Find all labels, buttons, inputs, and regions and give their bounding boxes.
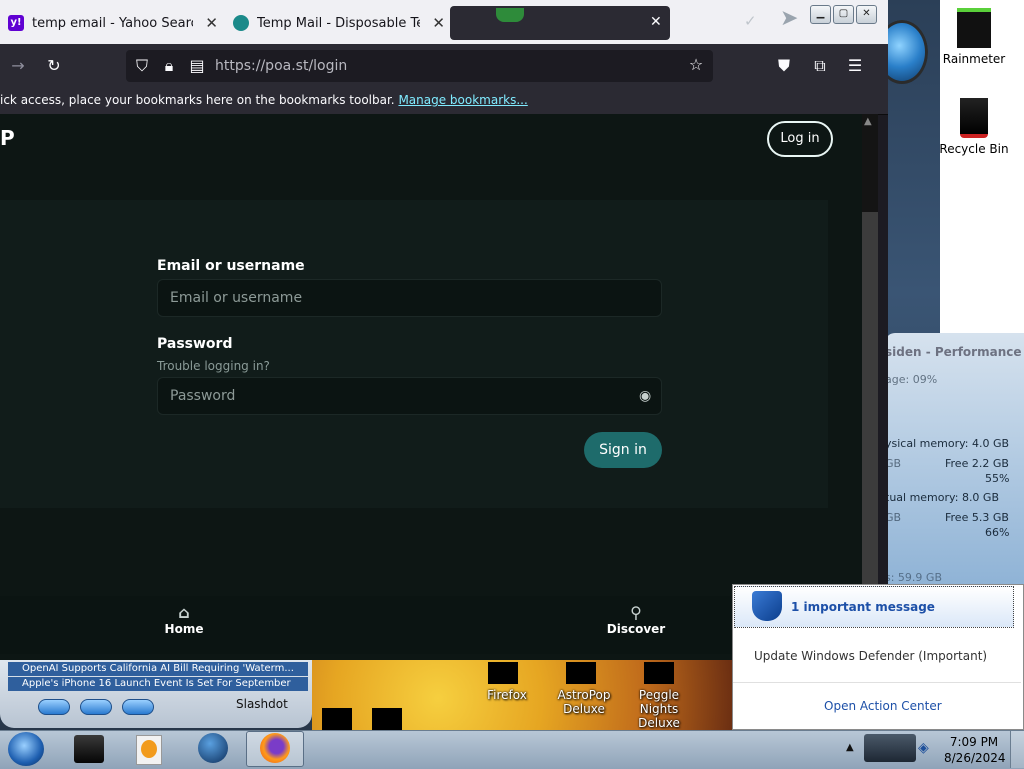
peggle-shortcut-icon [644,662,674,684]
login-form-container [0,200,828,508]
shortcut-icon [322,708,352,730]
perf-virtual-free: Free 5.3 GB [945,511,1009,524]
rainmeter-label: Rainmeter [942,52,1006,66]
perf-physical: ysical memory: 4.0 GB [885,437,1010,450]
close-tab-icon[interactable]: ✕ [650,14,662,30]
open-action-center-link[interactable]: Open Action Center [824,699,942,713]
temp-mail-favicon-icon [233,15,249,31]
show-hidden-icons-icon[interactable]: ▲ [846,742,854,753]
news-next-button[interactable] [122,699,154,715]
search-icon: ⚲ [630,603,642,622]
mascot-favicon-icon [496,8,524,22]
globe-browser-icon[interactable] [198,733,228,763]
recycle-bin-desktop-icon[interactable]: Recycle Bin [932,98,1016,156]
firefox-taskbar-icon[interactable] [260,733,290,763]
media-player-icon[interactable] [136,735,162,765]
close-tab-icon[interactable]: ✕ [205,14,218,32]
important-message-text[interactable]: 1 important message [791,600,935,614]
password-label: Password [157,336,233,352]
forward-icon[interactable]: → [8,56,28,75]
perf-physical-pct: 55% [985,472,1010,485]
firefox-shortcut-icon [488,662,518,684]
yahoo-favicon-icon: y! [8,15,24,31]
clock-time: 7:09 PM [949,735,999,749]
tab-active[interactable]: ✕ [450,6,670,40]
pocket-icon[interactable]: ⛊ [774,56,794,76]
news-headline[interactable]: OpenAI Supports California AI Bill Requi… [8,662,308,676]
perf-virtual-pct: 66% [985,526,1010,539]
email-field[interactable] [157,279,662,317]
login-button[interactable]: Log in [767,121,833,157]
news-pause-button[interactable] [80,699,112,715]
astropop-shortcut-icon [566,662,596,684]
bookmarks-hint-text: ick access, place your bookmarks here on… [0,93,395,107]
password-field[interactable]: ◉ [157,377,662,415]
perf-usage: age: 09% [885,373,938,386]
sign-in-button[interactable]: Sign in [584,432,662,468]
peggle-desktop-shortcut[interactable]: Peggle Nights Deluxe [624,688,694,730]
email-input[interactable] [170,290,610,306]
close-window-button[interactable]: ✕ [856,5,877,24]
maximize-button[interactable]: ▢ [833,5,854,24]
menu-icon[interactable]: ☰ [845,56,865,75]
rainmeter-desktop-icon[interactable]: Rainmeter [932,8,1016,66]
minimize-button[interactable]: ▁ [810,5,831,24]
manage-bookmarks-link[interactable]: Manage bookmarks... [398,93,527,107]
start-button[interactable] [8,732,44,766]
show-password-eye-icon[interactable]: ◉ [639,378,651,414]
taskbar-app-icon[interactable] [74,735,104,763]
tab-temp-mail[interactable]: Temp Mail - Disposable Tempo ✕ [233,6,445,40]
perf-physical-free: Free 2.2 GB [945,457,1009,470]
page-info-icon[interactable]: ▤ [188,56,206,75]
password-input[interactable] [170,388,610,404]
update-defender-item[interactable]: Update Windows Defender (Important) [754,649,987,663]
tray-network-icon[interactable] [864,734,916,762]
extensions-icon[interactable]: ⧉ [810,56,830,76]
recycle-bin-label: Recycle Bin [939,142,1009,156]
scrollbar-thumb[interactable] [862,212,878,592]
performance-gadget: siden - Performance age: 09% ysical memo… [885,333,1024,585]
tab-yahoo-search[interactable]: y! temp email - Yahoo Search Res ✕ [8,6,218,40]
reload-icon[interactable]: ↻ [44,56,64,75]
popup-divider [733,682,1021,683]
nav-discover[interactable]: ⚲ Discover [601,603,671,636]
taskbar-clock[interactable]: 7:09 PM 8/26/2024 [944,734,1006,766]
send-icon: ➤ [780,6,799,31]
url-text[interactable]: https://poa.st/login [215,58,347,74]
new-tab-button[interactable]: ✓ [744,12,757,30]
news-gadget: OpenAI Supports California AI Bill Requi… [0,660,312,728]
home-icon: ⌂ [178,603,190,622]
lock-icon[interactable]: 🔒︎ [160,56,178,76]
show-desktop-button[interactable] [1010,731,1024,768]
news-source: Slashdot [236,697,288,711]
news-headline[interactable]: Apple's iPhone 16 Launch Event Is Set Fo… [8,677,308,691]
firefox-desktop-shortcut[interactable]: Firefox [472,688,542,702]
tab-title: temp email - Yahoo Search Res [32,15,193,31]
nav-home-label: Home [164,622,204,636]
news-prev-button[interactable] [38,699,70,715]
email-label: Email or username [157,258,305,274]
tab-title: Temp Mail - Disposable Tempo [257,15,421,31]
action-center-flag-icon [752,591,782,621]
nav-discover-label: Discover [606,622,666,636]
clock-date: 8/26/2024 [944,751,1006,765]
bookmark-star-icon[interactable]: ☆ [686,55,706,74]
shortcut-icon [372,708,402,730]
performance-title: siden - Performance [885,345,1022,359]
nav-home[interactable]: ⌂ Home [149,603,219,636]
perf-virtual: tual memory: 8.0 GB [885,491,1000,504]
site-logo[interactable]: P [0,126,15,150]
close-tab-icon[interactable]: ✕ [432,14,445,32]
trouble-logging-in-link[interactable]: Trouble logging in? [157,359,270,373]
rainmeter-icon [957,8,991,48]
perf-disk: s: 59.9 GB [885,571,942,584]
astropop-desktop-shortcut[interactable]: AstroPop Deluxe [549,688,619,716]
tray-defender-icon[interactable]: ◈ [918,740,929,756]
bookmarks-hint: ick access, place your bookmarks here on… [0,93,528,107]
shield-icon[interactable]: ⛉ [132,56,152,76]
scroll-up-arrow-icon[interactable]: ▲ [864,116,872,127]
recycle-bin-icon [960,98,988,138]
